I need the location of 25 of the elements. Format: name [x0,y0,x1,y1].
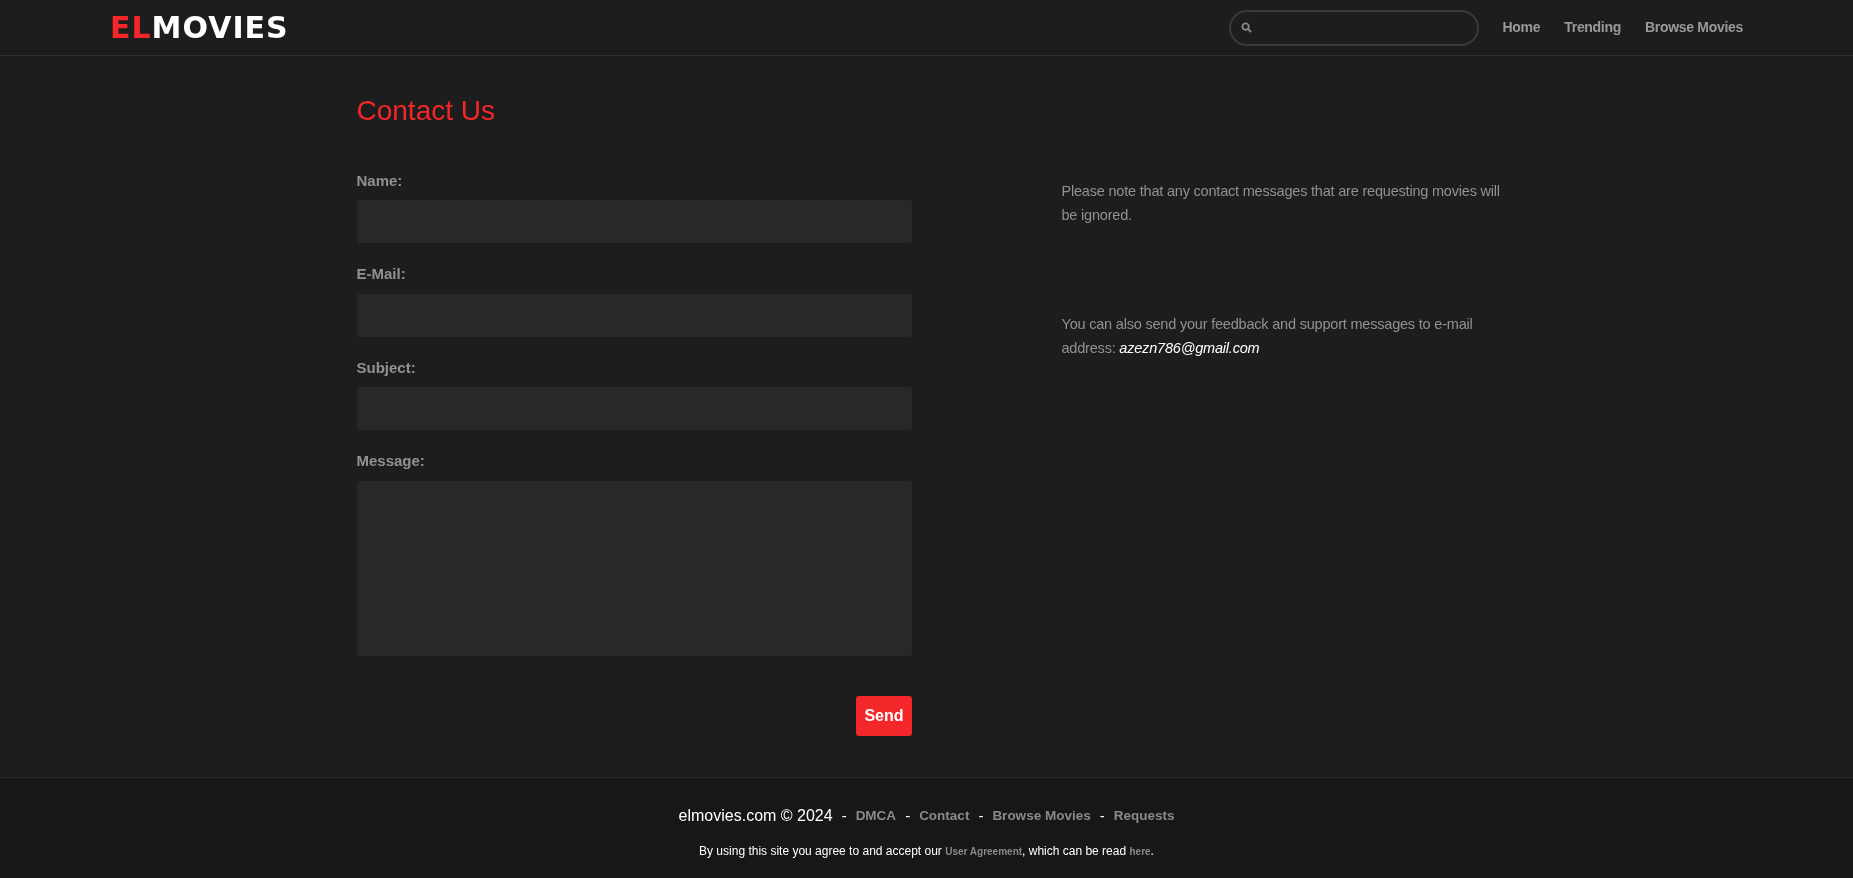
field-label: Subject: [356,357,417,378]
footer-link[interactable]: Browse Movies [992,805,1091,827]
send-button[interactable]: Send [856,695,912,736]
page-title: Contact Us [356,94,496,128]
footer-link[interactable]: Contact [919,805,970,827]
site-logo[interactable]: ELMOVIES [110,12,289,43]
separator: - [978,805,984,826]
footer-link[interactable]: DMCA [855,805,897,827]
info-note: You can also send your feedback and support messages to e-mail address: azezn786@gmail.com [1061,315,1474,359]
separator: - [841,805,847,826]
footer-link[interactable]: Requests [1113,805,1175,827]
nav-link[interactable]: Browse Movies [1644,17,1743,38]
field-label: E-Mail: [356,264,407,285]
nav-link[interactable]: Trending [1564,17,1621,38]
here-link[interactable]: here [1129,846,1151,857]
field-label: Name: [356,170,404,191]
separator: - [1099,805,1105,826]
search-icon [1240,22,1252,33]
nav-link[interactable]: Home [1502,17,1541,38]
agreement-notice: By using this site you agree to and accept our User Agreement, which can be read here. [699,843,1154,860]
separator: - [905,805,911,826]
info-note: Please note that any contact messages that are requesting movies will be ignored. [1061,181,1501,225]
copyright-text: elmovies.com © 2024 [678,806,833,826]
field-label: Message: [356,451,426,472]
search-field[interactable] [1228,9,1479,46]
